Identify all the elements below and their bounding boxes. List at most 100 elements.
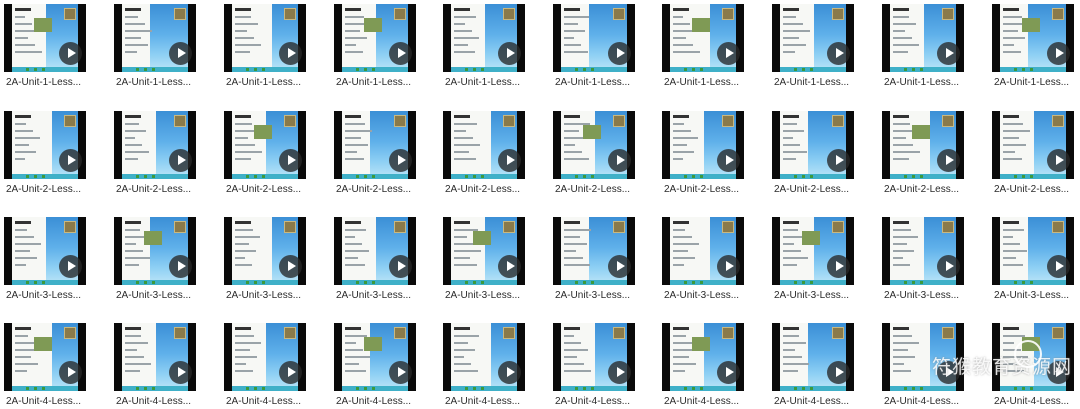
- video-file-tile[interactable]: 2A-Unit-1-Less...: [443, 4, 539, 90]
- play-icon[interactable]: [59, 149, 82, 172]
- play-icon[interactable]: [937, 149, 960, 172]
- play-icon[interactable]: [827, 361, 850, 384]
- thumbnail-slide-footer: [890, 386, 956, 391]
- video-file-tile[interactable]: 2A-Unit-1-Less...: [224, 4, 320, 90]
- video-file-tile[interactable]: 2A-Unit-3-Less...: [553, 217, 649, 303]
- thumbnail-slide-image: [364, 18, 382, 32]
- video-file-tile[interactable]: 2A-Unit-2-Less...: [992, 111, 1080, 197]
- video-file-tile[interactable]: 2A-Unit-4-Less...: [4, 323, 100, 409]
- play-icon[interactable]: [169, 42, 192, 65]
- video-file-tile[interactable]: 2A-Unit-1-Less...: [553, 4, 649, 90]
- thumbnail-slide-footer: [670, 67, 736, 72]
- video-file-tile[interactable]: 2A-Unit-1-Less...: [662, 4, 758, 90]
- video-file-tile[interactable]: 2A-Unit-4-Less...: [224, 323, 320, 409]
- play-icon[interactable]: [608, 149, 631, 172]
- thumbnail-letterbox-right: [298, 323, 306, 391]
- thumbnail-letterbox-left: [992, 111, 1000, 179]
- thumbnail-letterbox-right: [627, 4, 635, 72]
- play-icon[interactable]: [827, 42, 850, 65]
- play-icon[interactable]: [608, 42, 631, 65]
- video-file-tile[interactable]: 2A-Unit-3-Less...: [882, 217, 978, 303]
- video-file-name: 2A-Unit-4-Less...: [6, 396, 82, 407]
- video-file-tile[interactable]: 2A-Unit-3-Less...: [992, 217, 1080, 303]
- play-icon[interactable]: [937, 255, 960, 278]
- video-file-tile[interactable]: 2A-Unit-2-Less...: [443, 111, 539, 197]
- play-icon[interactable]: [937, 42, 960, 65]
- play-icon[interactable]: [717, 361, 740, 384]
- video-file-tile[interactable]: 2A-Unit-3-Less...: [662, 217, 758, 303]
- play-icon[interactable]: [498, 361, 521, 384]
- video-file-tile[interactable]: 2A-Unit-3-Less...: [443, 217, 539, 303]
- play-icon[interactable]: [169, 255, 192, 278]
- play-icon[interactable]: [279, 149, 302, 172]
- play-icon[interactable]: [1047, 42, 1070, 65]
- video-file-tile[interactable]: 2A-Unit-2-Less...: [553, 111, 649, 197]
- video-file-tile[interactable]: 2A-Unit-1-Less...: [772, 4, 868, 90]
- play-icon[interactable]: [59, 361, 82, 384]
- play-icon[interactable]: [279, 42, 302, 65]
- thumbnail-letterbox-left: [334, 4, 342, 72]
- thumbnail-letterbox-left: [4, 4, 12, 72]
- video-file-tile[interactable]: 2A-Unit-3-Less...: [772, 217, 868, 303]
- video-file-tile[interactable]: 2A-Unit-3-Less...: [4, 217, 100, 303]
- thumbnail-slide-page: [1000, 4, 1029, 68]
- play-icon[interactable]: [279, 255, 302, 278]
- video-file-tile[interactable]: 2A-Unit-4-Less...: [553, 323, 649, 409]
- thumbnail-corner-badge: [613, 115, 625, 127]
- video-file-name: 2A-Unit-4-Less...: [116, 396, 192, 407]
- play-icon[interactable]: [389, 361, 412, 384]
- video-file-tile[interactable]: 2A-Unit-2-Less...: [224, 111, 320, 197]
- video-file-tile[interactable]: 2A-Unit-2-Less...: [4, 111, 100, 197]
- play-icon[interactable]: [59, 255, 82, 278]
- thumbnail-letterbox-right: [78, 217, 86, 285]
- video-file-tile[interactable]: 2A-Unit-1-Less...: [882, 4, 978, 90]
- play-icon[interactable]: [389, 149, 412, 172]
- play-icon[interactable]: [498, 255, 521, 278]
- video-file-tile[interactable]: 2A-Unit-1-Less...: [114, 4, 210, 90]
- thumbnail-slide-page: [122, 217, 150, 281]
- play-icon[interactable]: [498, 42, 521, 65]
- video-file-tile[interactable]: 2A-Unit-4-Less...: [114, 323, 210, 409]
- video-file-tile[interactable]: 2A-Unit-1-Less...: [4, 4, 100, 90]
- play-icon[interactable]: [608, 361, 631, 384]
- video-file-tile[interactable]: 2A-Unit-4-Less...: [772, 323, 868, 409]
- play-icon[interactable]: [169, 149, 192, 172]
- thumbnail-corner-badge: [613, 327, 625, 339]
- thumbnail-corner-badge: [613, 221, 625, 233]
- play-icon[interactable]: [1047, 149, 1070, 172]
- play-icon[interactable]: [389, 255, 412, 278]
- watermark-text: 符猴教育资源网: [932, 356, 1073, 378]
- video-file-tile[interactable]: 2A-Unit-3-Less...: [224, 217, 320, 303]
- video-file-tile[interactable]: 2A-Unit-2-Less...: [882, 111, 978, 197]
- play-icon[interactable]: [827, 149, 850, 172]
- video-file-tile[interactable]: 2A-Unit-2-Less...: [772, 111, 868, 197]
- play-icon[interactable]: [1047, 255, 1070, 278]
- thumbnail-letterbox-left: [772, 111, 780, 179]
- play-icon[interactable]: [498, 149, 521, 172]
- video-file-tile[interactable]: 2A-Unit-3-Less...: [114, 217, 210, 303]
- play-icon[interactable]: [827, 255, 850, 278]
- thumbnail-slide-image: [802, 231, 820, 245]
- video-file-name: 2A-Unit-1-Less...: [336, 77, 412, 88]
- video-file-tile[interactable]: 2A-Unit-4-Less...: [334, 323, 430, 409]
- video-file-tile[interactable]: 2A-Unit-2-Less...: [662, 111, 758, 197]
- play-icon[interactable]: [608, 255, 631, 278]
- video-file-name: 2A-Unit-3-Less...: [336, 290, 412, 301]
- play-icon[interactable]: [279, 361, 302, 384]
- play-icon[interactable]: [59, 42, 82, 65]
- play-icon[interactable]: [389, 42, 412, 65]
- video-file-tile[interactable]: 2A-Unit-2-Less...: [114, 111, 210, 197]
- video-file-tile[interactable]: 2A-Unit-3-Less...: [334, 217, 430, 303]
- play-icon[interactable]: [169, 361, 192, 384]
- video-file-tile[interactable]: 2A-Unit-4-Less...: [443, 323, 539, 409]
- thumbnail-slide-page: [780, 111, 808, 175]
- thumbnail-slide-image: [692, 18, 710, 32]
- play-icon[interactable]: [717, 149, 740, 172]
- video-file-tile[interactable]: 2A-Unit-4-Less...: [662, 323, 758, 409]
- play-icon[interactable]: [717, 255, 740, 278]
- video-file-tile[interactable]: 2A-Unit-1-Less...: [334, 4, 430, 90]
- play-icon[interactable]: [717, 42, 740, 65]
- video-file-tile[interactable]: 2A-Unit-2-Less...: [334, 111, 430, 197]
- video-file-tile[interactable]: 2A-Unit-1-Less...: [992, 4, 1080, 90]
- thumbnail-slide-page: [670, 4, 710, 68]
